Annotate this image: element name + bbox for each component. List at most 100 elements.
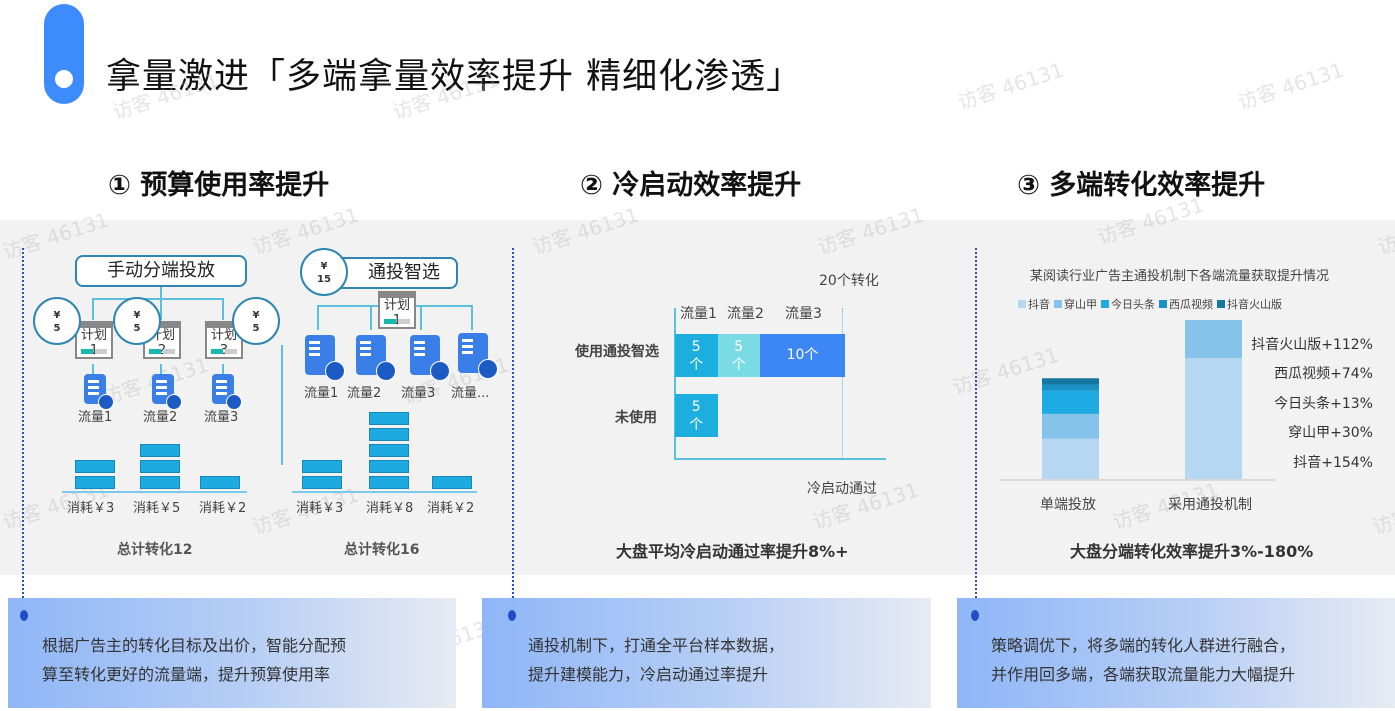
legend-swatch [1018, 300, 1026, 308]
connector [92, 298, 223, 300]
cost-label: 消耗￥3 [67, 501, 115, 516]
flow-label: 流量3 [204, 410, 239, 425]
flow-label: 流量2 [347, 386, 382, 401]
card-line: 根据广告主的转化目标及出价，智能分配预 [42, 636, 347, 655]
target-line [842, 308, 843, 460]
legend-swatch [1054, 300, 1062, 308]
category-label: 采用通投机制 [1168, 497, 1252, 513]
coldstart-segment: 10个 [760, 334, 845, 377]
traffic-server-icon [356, 335, 396, 381]
bar-segment-穿山甲 [1042, 413, 1099, 439]
legend-item: 今日头条 [1101, 298, 1155, 311]
smart-delivery-box: 通投智选 [330, 257, 458, 289]
x-axis-label: 冷启动通过 [807, 481, 877, 497]
y-axis [674, 308, 676, 460]
legend-item: 抖音 [1018, 298, 1050, 311]
clock-icon [325, 361, 345, 381]
legend-item: 穿山甲 [1054, 298, 1097, 311]
cost-brick [369, 476, 409, 489]
card-line: 算至转化更好的流量端，提升预算使用率 [42, 665, 331, 684]
legend-swatch [1217, 300, 1225, 308]
connector [222, 298, 224, 320]
cost-brick [369, 460, 409, 473]
coin-value: 5 [133, 323, 141, 334]
bar-segment-西瓜视频 [1042, 384, 1099, 391]
cost-brick [140, 444, 180, 457]
x-axis [674, 458, 886, 460]
cost-brick [369, 412, 409, 425]
growth-annotation: 西瓜视频+74% [1274, 366, 1373, 382]
plan-card-smart: 计划1 [378, 291, 416, 329]
clock-icon [376, 361, 396, 381]
yen-icon: ¥ [320, 261, 328, 272]
timeline-dot [20, 610, 28, 621]
timeline-divider-3 [975, 248, 977, 618]
flow-label: 流量1 [78, 410, 113, 425]
bar-segment-抖音 [1185, 358, 1242, 479]
cost-label: 消耗￥3 [296, 501, 344, 516]
traffic-server-icon [212, 374, 242, 410]
card-text: 策略调优下，将多端的转化人群进行融合， 并作用回多端，各端获取流量能力大幅提升 [991, 631, 1295, 689]
coin-value: 15 [317, 274, 331, 285]
growth-annotation: 抖音+154% [1293, 455, 1373, 471]
manual-delivery-box: 手动分端投放 [75, 255, 247, 287]
coldstart-segment: 5个 [675, 394, 718, 437]
timeline-dot [971, 610, 979, 621]
watermark-text: 访客 46131 [1234, 57, 1347, 115]
legend-label: 西瓜视频 [1169, 298, 1213, 311]
budget-coin-3: ¥5 [232, 297, 280, 345]
yen-icon: ¥ [133, 310, 141, 321]
traffic-server-icon [458, 333, 498, 379]
cost-brick [432, 476, 472, 489]
section-title-coldstart: ② 冷启动效率提升 [580, 170, 802, 201]
card-line: 提升建模能力，冷启动通过率提升 [528, 665, 769, 684]
card-text: 根据广告主的转化目标及出价，智能分配预 算至转化更好的流量端，提升预算使用率 [42, 631, 346, 689]
card-line: 通投机制下，打通全平台样本数据， [528, 636, 785, 655]
budget-coin-1: ¥5 [33, 297, 81, 345]
connector [92, 298, 94, 320]
cost-brick [369, 428, 409, 441]
bar-segment-今日头条 [1042, 390, 1099, 414]
cost-brick [75, 460, 115, 473]
flow-label: 流量3 [401, 386, 436, 401]
cost-brick [140, 476, 180, 489]
connector [222, 364, 224, 374]
legend-swatch [1159, 300, 1167, 308]
column-label: 流量2 [727, 306, 764, 322]
timeline-divider-1 [22, 248, 24, 618]
traffic-server-icon [84, 374, 114, 410]
connector [160, 364, 162, 374]
growth-annotation: 今日头条+13% [1274, 396, 1373, 412]
smart-total: 总计转化16 [344, 542, 420, 558]
baseline [62, 491, 247, 493]
column-label: 流量3 [785, 306, 822, 322]
timeline-dot [508, 610, 516, 621]
cost-label: 消耗￥2 [427, 501, 475, 516]
yen-icon: ¥ [252, 310, 260, 321]
cost-label: 消耗￥5 [133, 501, 181, 516]
coldstart-segment: 5个 [717, 334, 760, 377]
card-line: 策略调优下，将多端的转化人群进行融合， [991, 636, 1296, 655]
column-label: 流量1 [680, 306, 717, 322]
clock-icon [430, 361, 450, 381]
growth-annotation: 抖音火山版+112% [1251, 337, 1373, 353]
flow-label: 流量1 [304, 386, 339, 401]
connector [370, 305, 372, 330]
row-label: 使用通投智选 [575, 344, 659, 360]
card-text: 通投机制下，打通全平台样本数据， 提升建模能力，冷启动通过率提升 [528, 631, 784, 689]
cost-brick [75, 476, 115, 489]
coin-value: 5 [252, 323, 260, 334]
connector [92, 364, 94, 374]
coin-value: 5 [53, 323, 61, 334]
coldstart-summary: 大盘平均冷启动通过率提升8%+ [616, 542, 849, 561]
traffic-server-icon [410, 335, 450, 381]
card-line: 并作用回多端，各端获取流量能力大幅提升 [991, 665, 1296, 684]
traffic-server-icon [152, 374, 182, 410]
legend-label: 抖音 [1028, 298, 1050, 311]
row-label: 未使用 [615, 410, 657, 426]
flow-label: 流量... [451, 386, 490, 401]
growth-annotation: 穿山甲+30% [1288, 425, 1373, 441]
title-accent-pill [44, 4, 84, 104]
multi-end-summary: 大盘分端转化效率提升3%-180% [1070, 542, 1314, 561]
connector [317, 305, 319, 330]
